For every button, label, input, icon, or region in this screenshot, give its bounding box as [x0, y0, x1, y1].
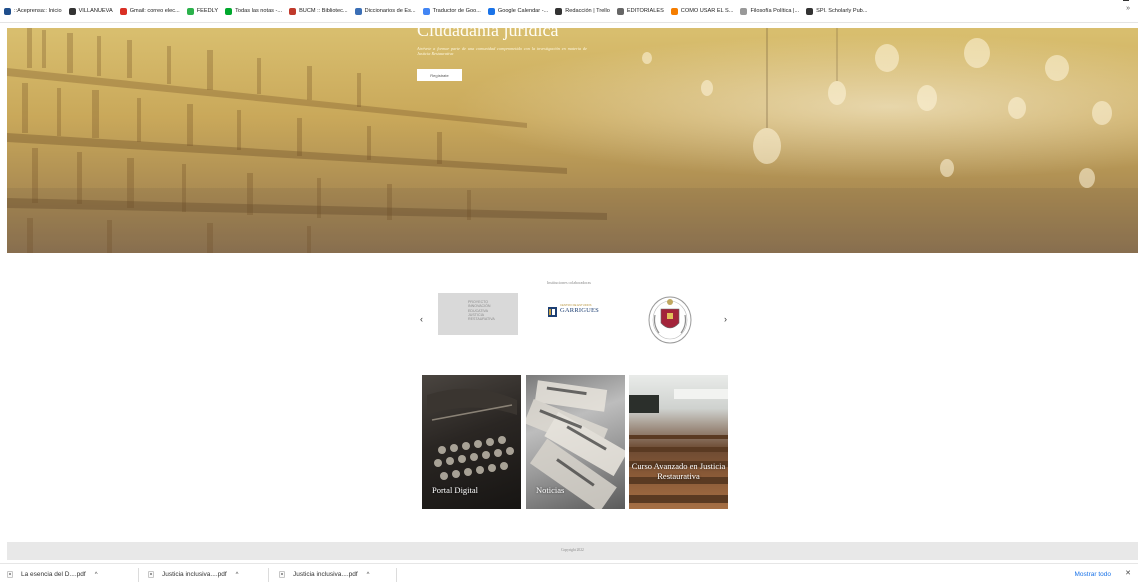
bookmarks-bar: ::Aceprensa:: Inicio VILLANUEVA Gmail: cor… — [0, 0, 1138, 22]
folder-icon — [616, 7, 624, 15]
pdf-file-icon — [7, 571, 13, 578]
evernote-icon — [225, 7, 233, 15]
register-button[interactable]: Regístrate — [417, 69, 462, 81]
bookmark-label: ::Aceprensa:: Inicio — [14, 8, 62, 14]
bookmark-item[interactable]: Diccionarios de Es... — [354, 7, 416, 15]
bookmark-label: Filosofía Política |... — [750, 8, 800, 14]
close-icon[interactable]: ✕ — [1125, 569, 1131, 577]
bookmark-item[interactable]: Google Calendar -... — [487, 7, 549, 15]
download-item[interactable]: Justicia inclusiva....pdf ^ — [148, 564, 239, 585]
blogger-icon — [670, 7, 678, 15]
bookmark-label: Todas las notas -... — [235, 8, 283, 14]
bookmark-label: Google Calendar -... — [497, 8, 549, 14]
bookmark-item[interactable]: Filosofía Política |... — [740, 7, 800, 15]
divider — [268, 568, 269, 582]
bookmark-label: VILLANUEVA — [78, 8, 113, 14]
bookmark-item[interactable]: SPI. Scholarly Pub... — [806, 7, 868, 15]
trello-icon — [555, 7, 563, 15]
bookmark-label: SPI. Scholarly Pub... — [816, 8, 868, 14]
bookmark-label: Diccionarios de Es... — [364, 8, 416, 14]
download-filename: La esencia del D....pdf — [21, 571, 86, 578]
card-portal-digital[interactable]: Portal Digital — [422, 375, 521, 509]
chevron-up-icon[interactable]: ^ — [367, 572, 370, 578]
bookmark-label: COMO USAR EL S... — [680, 8, 734, 14]
collaborators-title: Instituciones colaboradoras — [547, 280, 591, 285]
card-label: Noticias — [536, 485, 565, 495]
garrigues-logo[interactable]: CENTRO DE ESTUDIOS GARRIGUES — [548, 302, 606, 317]
download-item[interactable]: Justicia inclusiva....pdf ^ — [279, 564, 370, 585]
divider — [0, 22, 1138, 23]
pdf-file-icon — [279, 571, 285, 578]
site-footer: Copyright 2022 — [7, 542, 1138, 560]
bookmark-item[interactable]: COMO USAR EL S... — [670, 7, 734, 15]
gmail-icon — [119, 7, 127, 15]
garrigues-mark-icon — [548, 304, 557, 317]
hero-banner: Ciudadanía jurídica Atrévete a formar pa… — [7, 28, 1138, 253]
bookmark-item[interactable]: BUCM :: Bibliotec... — [289, 7, 348, 15]
garrigues-name: GARRIGUES — [560, 307, 599, 314]
classroom-image — [629, 389, 728, 503]
bookmarks-overflow-button[interactable]: » — [1126, 5, 1130, 12]
divider — [138, 568, 139, 582]
translate-icon — [422, 7, 430, 15]
bookmark-item[interactable]: Todas las notas -... — [225, 7, 283, 15]
bookmark-item[interactable]: Gmail: correo elec... — [119, 7, 180, 15]
minimize-icon[interactable] — [1123, 0, 1129, 1]
bookmark-item[interactable]: EDITORIALES — [616, 7, 664, 15]
calendar-icon — [487, 7, 495, 15]
innovation-project-logo[interactable]: PROYECTO INNOVACIÓN EDUCATIVA JUSTICIA R… — [438, 293, 518, 335]
bookmark-label: Redacción | Trello — [565, 8, 610, 14]
hero-title: Ciudadanía jurídica — [417, 28, 559, 40]
bucm-icon — [289, 7, 297, 15]
chevron-up-icon[interactable]: ^ — [236, 572, 239, 578]
download-filename: Justicia inclusiva....pdf — [293, 571, 358, 578]
bookmark-label: FEEDLY — [196, 8, 219, 14]
globe-icon — [806, 7, 814, 15]
carousel-next-button[interactable]: › — [724, 314, 727, 324]
bookmark-item[interactable]: Traductor de Goo... — [422, 7, 481, 15]
bookmark-item[interactable]: VILLANUEVA — [68, 7, 113, 15]
bookmark-item[interactable]: FEEDLY — [186, 7, 219, 15]
dictionary-icon — [354, 7, 362, 15]
download-item[interactable]: La esencia del D....pdf ^ — [7, 564, 98, 585]
bookmark-item[interactable]: ::Aceprensa:: Inicio — [4, 7, 62, 15]
bookmark-item[interactable]: Redacción | Trello — [555, 7, 610, 15]
bookmark-label: Traductor de Goo... — [432, 8, 481, 14]
bookmark-label: EDITORIALES — [626, 8, 664, 14]
aceprensa-icon — [4, 7, 11, 15]
feedly-icon — [186, 7, 194, 15]
copyright-text: Copyright 2022 — [561, 548, 584, 552]
download-filename: Justicia inclusiva....pdf — [162, 571, 227, 578]
divider — [396, 568, 397, 582]
carousel-prev-button[interactable]: ‹ — [420, 314, 423, 324]
card-label: Portal Digital — [432, 485, 479, 495]
ucm-seal-logo[interactable] — [647, 293, 693, 345]
circle-icon — [740, 7, 748, 15]
card-noticias[interactable]: Noticias — [526, 375, 625, 509]
innovation-project-logo-text: PROYECTO INNOVACIÓN EDUCATIVA JUSTICIA R… — [468, 300, 495, 322]
library-background-image — [7, 28, 1138, 253]
card-curso-avanzado[interactable]: Curso Avanzado en Justicia Restaurativa — [629, 375, 728, 509]
card-label: Curso Avanzado en Justicia Restaurativa — [631, 461, 726, 481]
ucm-seal-icon — [648, 296, 692, 344]
hero-subtitle: Atrévete a formar parte de una comunidad… — [417, 46, 587, 56]
bookmark-label: Gmail: correo elec... — [129, 8, 180, 14]
bookmark-label: BUCM :: Bibliotec... — [299, 8, 348, 14]
show-all-downloads-button[interactable]: Mostrar todo — [1072, 569, 1115, 580]
chevron-up-icon[interactable]: ^ — [95, 572, 98, 578]
pdf-file-icon — [148, 571, 154, 578]
globe-icon — [68, 7, 76, 15]
downloads-bar: La esencia del D....pdf ^ Justicia inclu… — [0, 563, 1138, 585]
